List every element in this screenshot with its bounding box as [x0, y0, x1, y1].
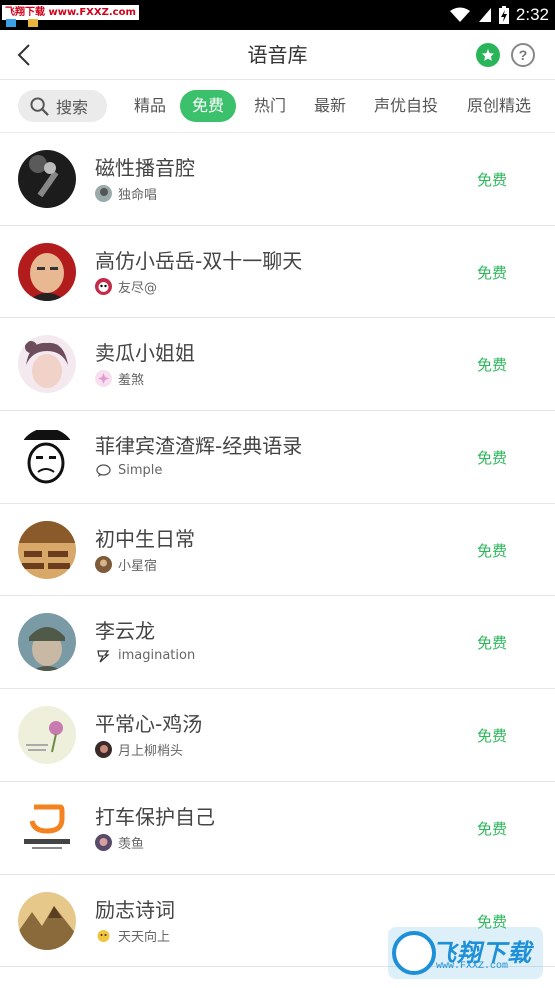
- meme-face-avatar-image: [18, 428, 76, 487]
- avatar: [18, 613, 76, 672]
- back-button[interactable]: [8, 39, 40, 71]
- price-label: 免费: [476, 356, 507, 375]
- author-name: 羡鱼: [118, 836, 145, 852]
- price-label: 免费: [476, 819, 507, 838]
- list-item[interactable]: 李云龙 imagination 免费: [0, 596, 555, 690]
- watermark-logo-icon: [392, 931, 436, 975]
- author-name: 天天向上: [118, 929, 171, 945]
- item-title: 李云龙: [95, 619, 155, 644]
- author-name: 月上柳梢头: [118, 744, 184, 760]
- author-avatar-icon: [95, 741, 112, 759]
- avatar: [18, 798, 76, 857]
- avatar: [18, 520, 76, 579]
- favorites-button[interactable]: [476, 43, 500, 67]
- author-avatar-icon: [95, 926, 112, 944]
- item-title: 平常心-鸡汤: [95, 712, 203, 737]
- item-author: 天天向上: [95, 926, 170, 945]
- flower-avatar-image: [18, 706, 76, 765]
- tab-featured[interactable]: 精品: [134, 90, 166, 122]
- filter-bar: 搜索 精品 免费 热门 最新 声优自投 原创精选: [0, 81, 555, 133]
- status-bar: 飞翔下载 www.FXXZ.com 2:32: [0, 0, 555, 30]
- watermark-url: www.FXXZ.com: [436, 961, 509, 972]
- help-button[interactable]: ?: [511, 43, 535, 67]
- avatar: [18, 428, 76, 487]
- chat-bubble-icon: [95, 462, 112, 480]
- item-author: imagination: [95, 647, 196, 665]
- item-title: 卖瓜小姐姐: [95, 341, 195, 366]
- price-label: 免费: [476, 449, 507, 468]
- notification-icons: [6, 19, 38, 27]
- author-name: Simple: [118, 463, 163, 479]
- list-item[interactable]: 磁性播音腔 独命唱 免费: [0, 133, 555, 226]
- author-name: 独命唱: [118, 188, 158, 203]
- author-name: 友尽@: [118, 280, 158, 296]
- star-icon: [482, 49, 494, 61]
- search-button[interactable]: 搜索: [18, 90, 107, 122]
- tab-hot[interactable]: 热门: [254, 90, 286, 122]
- author-name: 小星宿: [118, 558, 158, 574]
- list-item[interactable]: 平常心-鸡汤 月上柳梢头 免费: [0, 689, 555, 782]
- person-avatar-image: [18, 242, 76, 301]
- price-label: 免费: [476, 727, 507, 746]
- item-author: 月上柳梢头: [95, 740, 183, 759]
- search-icon: [30, 96, 49, 116]
- item-title: 励志诗词: [95, 897, 175, 922]
- voice-pack-list: 磁性播音腔 独命唱 免费 高仿小岳岳-双十一聊天 友尽@ 免费 卖瓜小姐姐 羞煞…: [0, 133, 555, 968]
- item-author: 羞煞: [95, 369, 144, 388]
- item-author: 羡鱼: [95, 833, 144, 852]
- item-title: 高仿小岳岳-双十一聊天: [95, 248, 303, 273]
- list-item[interactable]: 打车保护自己 羡鱼 免费: [0, 781, 555, 875]
- avatar: [18, 150, 76, 208]
- nav-bar: 语音库 ?: [0, 30, 555, 80]
- item-title: 初中生日常: [95, 526, 195, 551]
- avatar: [18, 706, 76, 765]
- author-avatar-icon: [95, 555, 112, 573]
- classroom-avatar-image: [18, 520, 76, 579]
- list-item[interactable]: 卖瓜小姐姐 羞煞 免费: [0, 318, 555, 412]
- author-name: 羞煞: [118, 373, 145, 389]
- price-label: 免费: [476, 263, 507, 282]
- author-avatar-icon: [95, 185, 112, 202]
- avatar: [18, 335, 76, 394]
- price-label: 免费: [476, 541, 507, 560]
- signal-icon: [478, 8, 491, 22]
- avatar: [18, 891, 76, 950]
- item-author: 友尽@: [95, 277, 157, 296]
- author-avatar-icon: [95, 833, 112, 851]
- item-author: 小星宿: [95, 555, 157, 574]
- item-title: 菲律宾渣渣辉-经典语录: [95, 434, 303, 459]
- list-item[interactable]: 初中生日常 小星宿 免费: [0, 503, 555, 597]
- microphone-avatar-image: [18, 150, 76, 208]
- wifi-icon: [449, 7, 470, 22]
- item-author: 独命唱: [95, 184, 157, 203]
- author-name: imagination: [118, 648, 196, 664]
- girl-avatar-image: [18, 335, 76, 394]
- ride-hailing-logo-image: [18, 798, 76, 857]
- author-avatar-icon: [95, 277, 112, 295]
- landscape-painting-avatar-image: [18, 891, 76, 950]
- status-time: 2:32: [515, 5, 549, 24]
- avatar: [18, 242, 76, 301]
- list-item[interactable]: 菲律宾渣渣辉-经典语录 Simple 免费: [0, 411, 555, 504]
- price-label: 免费: [476, 171, 507, 189]
- search-label: 搜索: [56, 98, 89, 117]
- author-avatar-icon: [95, 370, 112, 388]
- status-icons: 2:32: [449, 0, 549, 30]
- soldier-avatar-image: [18, 613, 76, 672]
- tab-newest[interactable]: 最新: [314, 90, 346, 122]
- back-arrow-icon: [17, 44, 30, 66]
- item-author: Simple: [95, 462, 163, 480]
- list-item[interactable]: 高仿小岳岳-双十一聊天 友尽@ 免费: [0, 225, 555, 319]
- battery-icon: [498, 6, 509, 24]
- page-title: 语音库: [247, 43, 308, 67]
- tab-voice-actor-submissions[interactable]: 声优自投: [374, 90, 438, 122]
- watermark-bottom: 飞翔下载 www.FXXZ.com: [388, 927, 543, 979]
- item-title: 磁性播音腔: [95, 156, 195, 180]
- tab-free[interactable]: 免费: [180, 90, 237, 122]
- author-avatar-icon: [95, 647, 112, 665]
- price-label: 免费: [476, 634, 507, 653]
- tab-original-picks[interactable]: 原创精选: [467, 90, 531, 122]
- item-title: 打车保护自己: [95, 804, 215, 829]
